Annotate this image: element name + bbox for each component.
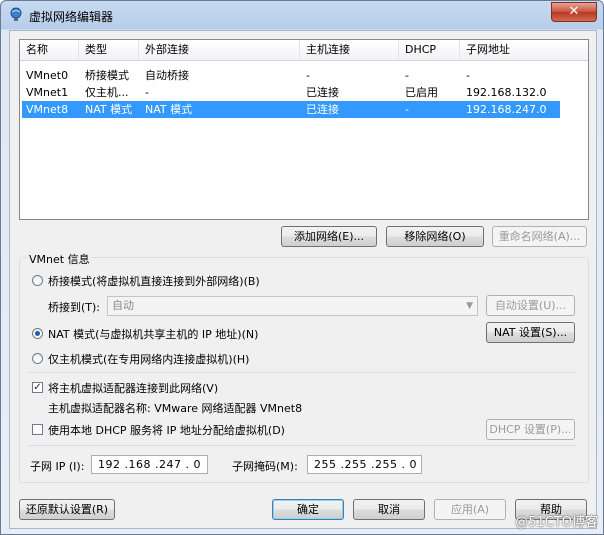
subnet-ip-label: 子网 IP (I):	[30, 460, 85, 473]
window-title: 虚拟网络编辑器	[29, 10, 114, 24]
auto-settings-button[interactable]: 自动设置(U)...	[486, 295, 575, 316]
close-icon: ✕	[568, 4, 580, 19]
vmnet-info-group	[19, 257, 589, 483]
dialog-window: 虚拟网络编辑器 ✕ 名称 类型 外部连接 主机连接 DHCP 子网地址 VMne…	[0, 0, 604, 535]
cancel-button[interactable]: 取消	[353, 499, 425, 520]
column-header-external[interactable]: 外部连接	[139, 40, 300, 60]
cell-dhcp: 已启用	[405, 86, 438, 99]
cell-host: 已连接	[306, 86, 339, 99]
network-list[interactable]: 名称 类型 外部连接 主机连接 DHCP 子网地址 VMnet0 桥接模式 自动…	[19, 39, 589, 220]
ok-button[interactable]: 确定	[272, 499, 344, 520]
cell-name: VMnet0	[26, 69, 69, 82]
column-header-subnet[interactable]: 子网地址	[460, 40, 587, 60]
column-header-dhcp[interactable]: DHCP	[399, 40, 460, 60]
cell-subnet: -	[466, 69, 470, 82]
table-row[interactable]: VMnet1 仅主机... - 已连接 已启用 192.168.132.0	[22, 84, 560, 101]
dialog-client-area: 名称 类型 外部连接 主机连接 DHCP 子网地址 VMnet0 桥接模式 自动…	[9, 30, 597, 529]
cell-name: VMnet8	[26, 103, 69, 116]
bridge-mode-label[interactable]: 桥接模式(将虚拟机直接连接到外部网络)(B)	[48, 273, 260, 289]
cell-type: 仅主机...	[85, 86, 129, 99]
network-globe-icon	[10, 7, 22, 21]
cell-host: 已连接	[306, 103, 339, 116]
chevron-down-icon: ▼	[466, 301, 473, 311]
list-header: 名称 类型 外部连接 主机连接 DHCP 子网地址	[20, 40, 588, 61]
close-button[interactable]: ✕	[551, 2, 597, 22]
vmnet-info-label: VMnet 信息	[27, 251, 92, 267]
dhcp-label[interactable]: 使用本地 DHCP 服务将 IP 地址分配给虚拟机(D)	[48, 422, 285, 438]
host-only-radio[interactable]	[32, 353, 43, 364]
cell-name: VMnet1	[26, 86, 69, 99]
connect-adapter-label[interactable]: 将主机虚拟适配器连接到此网络(V)	[48, 380, 218, 396]
watermark-text: @51CTO博客	[515, 515, 598, 530]
column-header-type[interactable]: 类型	[79, 40, 139, 60]
cell-dhcp: -	[405, 69, 409, 82]
cell-external: -	[145, 86, 149, 99]
column-header-name[interactable]: 名称	[20, 40, 79, 60]
nat-mode-label[interactable]: NAT 模式(与虚拟机共享主机的 IP 地址)(N)	[48, 326, 258, 342]
apply-button[interactable]: 应用(A)	[434, 499, 506, 520]
remove-network-button[interactable]: 移除网络(O)	[386, 226, 484, 247]
cell-subnet: 192.168.132.0	[466, 86, 547, 99]
bridge-mode-radio[interactable]	[32, 275, 43, 286]
dhcp-checkbox[interactable]	[32, 424, 43, 435]
bridge-to-select[interactable]: 自动 ▼	[107, 296, 478, 316]
cell-dhcp: -	[405, 103, 409, 116]
subnet-ip-input[interactable]: 192 .168 .247 . 0	[91, 455, 208, 474]
rename-network-button[interactable]: 重命名网络(A)...	[492, 226, 587, 247]
separator	[28, 372, 576, 373]
host-only-label[interactable]: 仅主机模式(在专用网络内连接虚拟机)(H)	[48, 351, 249, 367]
cell-external: NAT 模式	[145, 103, 193, 116]
add-network-button[interactable]: 添加网络(E)...	[281, 226, 377, 247]
dhcp-settings-button[interactable]: DHCP 设置(P)...	[486, 419, 575, 440]
bridge-to-value: 自动	[112, 299, 134, 312]
restore-defaults-button[interactable]: 还原默认设置(R)	[19, 499, 115, 520]
title-bar[interactable]: 虚拟网络编辑器 ✕	[1, 1, 603, 29]
subnet-mask-label: 子网掩码(M):	[232, 460, 298, 473]
connect-adapter-checkbox[interactable]: ✓	[32, 382, 43, 393]
table-row[interactable]: VMnet0 桥接模式 自动桥接 - - -	[22, 67, 560, 84]
cell-external: 自动桥接	[145, 69, 189, 82]
nat-mode-radio[interactable]	[32, 328, 43, 339]
separator	[28, 445, 576, 446]
cell-host: -	[306, 69, 310, 82]
column-header-host[interactable]: 主机连接	[300, 40, 399, 60]
table-row-selected[interactable]: VMnet8 NAT 模式 NAT 模式 已连接 - 192.168.247.0	[22, 101, 560, 118]
cell-subnet: 192.168.247.0	[466, 103, 547, 116]
nat-settings-button[interactable]: NAT 设置(S)...	[486, 322, 575, 343]
bridge-to-label: 桥接到(T):	[48, 301, 101, 314]
cell-type: 桥接模式	[85, 69, 129, 82]
adapter-name-text: 主机虚拟适配器名称: VMware 网络适配器 VMnet8	[48, 402, 303, 415]
subnet-mask-input[interactable]: 255 .255 .255 . 0	[307, 455, 422, 474]
cell-type: NAT 模式	[85, 103, 133, 116]
